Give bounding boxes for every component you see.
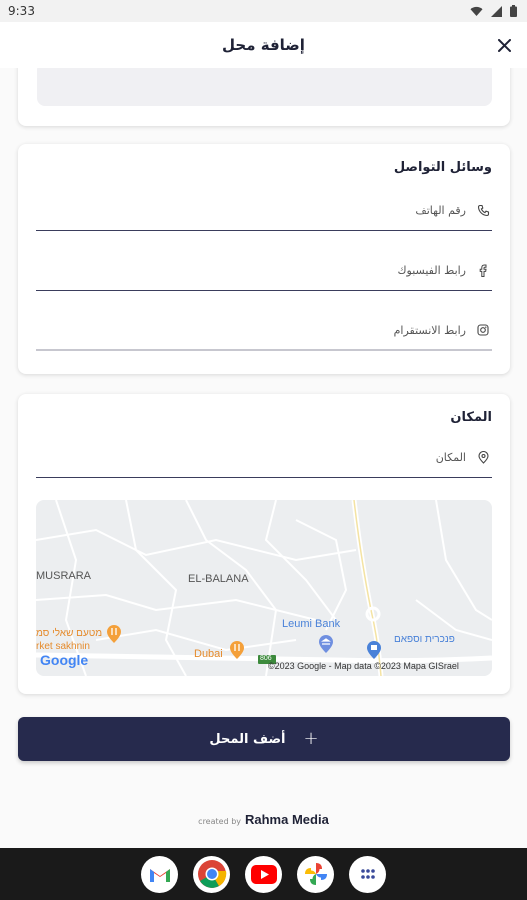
footer-credit: created by Rahma Media (0, 812, 527, 827)
status-bar: 9:33 (0, 0, 527, 22)
close-icon (497, 38, 511, 52)
dock-bar (0, 848, 527, 900)
bank-marker-icon (319, 635, 333, 653)
page-title: إضافة محل (222, 36, 305, 54)
add-shop-label: أضف المحل (209, 731, 286, 747)
location-title: المكان (450, 410, 492, 425)
phone-placeholder: رقم الهاتف (415, 204, 466, 217)
phone-icon (476, 204, 490, 218)
map-label-musrara: MUSRARA (36, 570, 92, 582)
close-button[interactable] (493, 34, 515, 56)
location-map[interactable]: MUSRARA EL-BALANA Leumi Bank Dubai מטעם … (36, 500, 492, 676)
facebook-field[interactable]: رابط الفيسبوك (36, 251, 492, 291)
photos-app-icon[interactable] (297, 855, 334, 893)
youtube-app-icon[interactable] (245, 855, 282, 893)
map-label-hebrew: פנכרית וספאם (394, 634, 455, 645)
contacts-card: وسائل التواصل رقم الهاتف رابط الفيسبوك ر… (18, 144, 510, 374)
form-content: وسائل التواصل رقم الهاتف رابط الفيسبوك ر… (0, 68, 527, 848)
shop-marker-icon (367, 641, 381, 659)
map-attribution: ©2023 Google - Map data ©2023 Mapa GISra… (268, 661, 459, 671)
phone-field[interactable]: رقم الهاتف (36, 191, 492, 231)
map-roads (36, 500, 492, 676)
chrome-app-icon[interactable] (193, 855, 230, 893)
status-time: 9:33 (8, 4, 35, 18)
plus-icon: + (303, 728, 319, 749)
map-label-market-sakhnin: rket sakhnin (36, 641, 90, 652)
contacts-title: وسائل التواصل (393, 160, 492, 175)
instagram-placeholder: رابط الانستقرام (393, 323, 466, 337)
facebook-placeholder: رابط الفيسبوك (397, 264, 466, 277)
google-logo: Google (40, 652, 89, 668)
instagram-icon (476, 323, 490, 337)
facebook-icon (476, 264, 490, 278)
location-card: المكان المكان MUSRARA EL-BALANA Leumi Ba… (18, 394, 510, 694)
images-card (18, 68, 510, 126)
add-shop-button[interactable]: أضف المحل + (18, 717, 510, 761)
map-label-el-balana: EL-BALANA (188, 573, 249, 585)
gmail-app-icon[interactable] (141, 855, 178, 893)
instagram-field[interactable]: رابط الانستقرام (36, 311, 492, 351)
map-label-restaurant-ar: מטעם שאלי סמ (36, 628, 103, 639)
wifi-icon (470, 6, 483, 16)
image-upload-area[interactable] (37, 68, 492, 106)
map-label-dubai: Dubai (194, 648, 223, 660)
map-label-leumi-bank: Leumi Bank (282, 618, 341, 630)
status-icons (470, 5, 517, 17)
place-field[interactable]: المكان (36, 438, 492, 478)
app-drawer-icon[interactable] (349, 855, 386, 893)
battery-icon (510, 5, 517, 17)
brand-name: Rahma Media (245, 812, 329, 827)
app-bar: إضافة محل (0, 22, 527, 68)
place-placeholder: المكان (435, 451, 466, 464)
restaurant-marker-icon (107, 625, 121, 643)
location-pin-icon (476, 451, 490, 465)
signal-icon (491, 5, 502, 17)
created-by-label: created by (198, 817, 241, 826)
restaurant-marker-icon-2 (230, 641, 244, 659)
